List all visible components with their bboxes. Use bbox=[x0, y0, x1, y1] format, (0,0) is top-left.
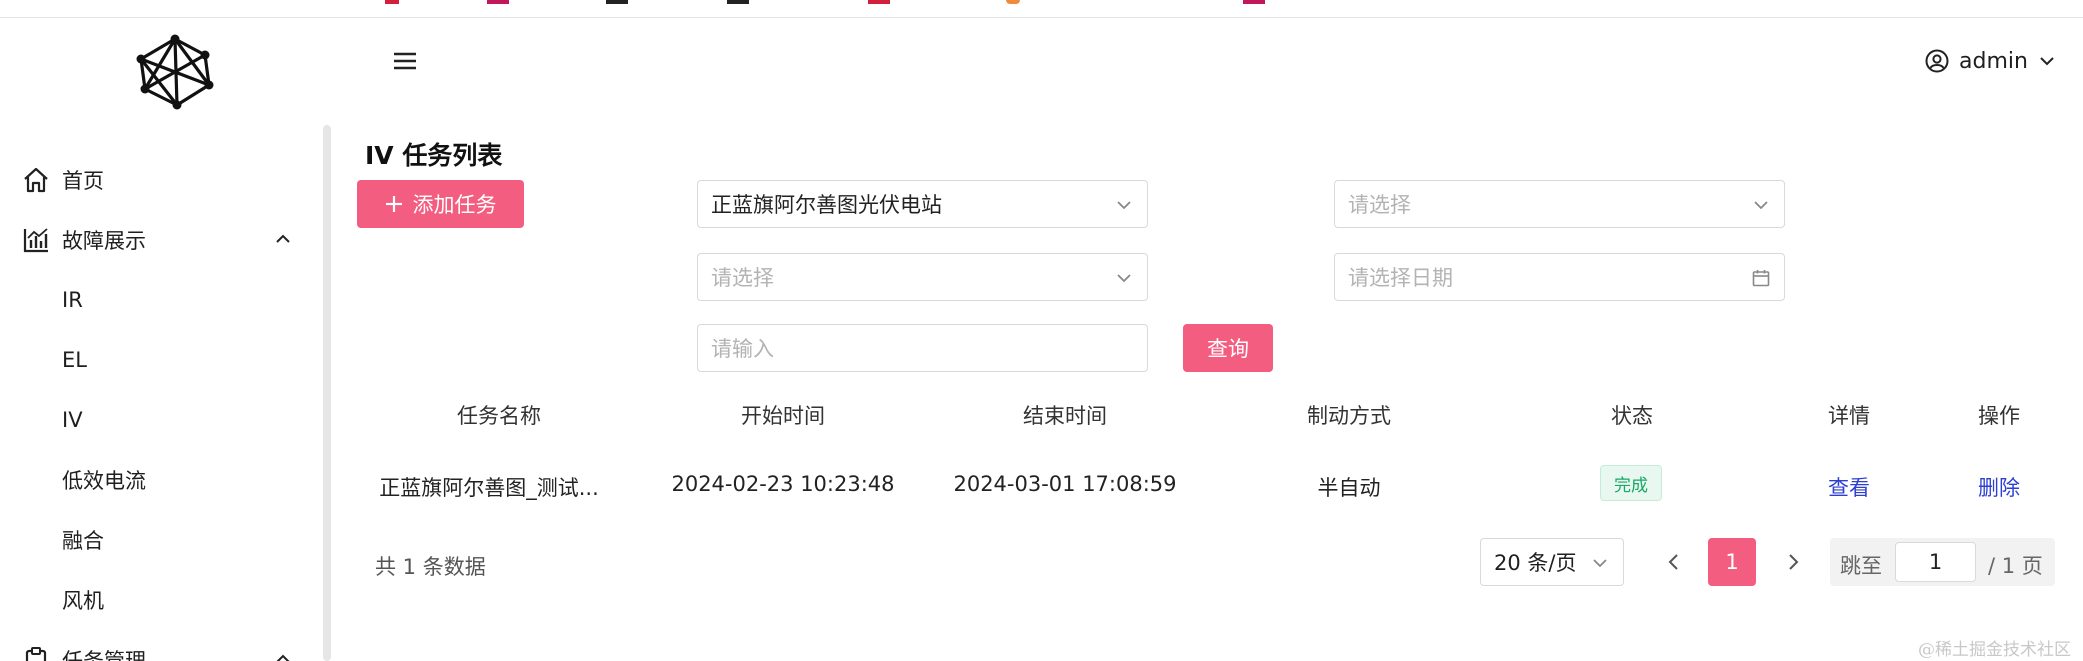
page-size-select[interactable]: 20 条/页 bbox=[1480, 538, 1624, 586]
sidebar-subitem-el[interactable]: EL bbox=[0, 330, 318, 390]
sidebar-subitem-wind-turbine[interactable]: 风机 bbox=[0, 570, 318, 630]
sidebar-item-label: 故障展示 bbox=[62, 229, 146, 253]
sidebar-item-fault-display[interactable]: 故障展示 bbox=[0, 210, 318, 270]
filter-select[interactable]: 请选择 bbox=[697, 253, 1148, 301]
view-detail-link[interactable]: 查看 bbox=[1828, 472, 1870, 502]
chart-icon bbox=[23, 228, 48, 253]
bookmark-chip[interactable] bbox=[487, 0, 509, 4]
clipboard-icon bbox=[25, 647, 47, 661]
column-header-brake-mode: 制动方式 bbox=[1307, 404, 1391, 428]
sidebar-subitem-iv[interactable]: IV bbox=[0, 390, 318, 450]
column-header-task-name: 任务名称 bbox=[457, 404, 541, 428]
browser-bookmark-strip bbox=[0, 0, 2083, 18]
column-header-detail: 详情 bbox=[1828, 404, 1870, 428]
page-number-current[interactable]: 1 bbox=[1708, 538, 1756, 586]
prev-page-icon[interactable] bbox=[1663, 550, 1685, 574]
next-page-icon[interactable] bbox=[1782, 550, 1804, 574]
station-select[interactable]: 正蓝旗阿尔善图光伏电站 bbox=[697, 180, 1148, 228]
total-count: 共 1 条数据 bbox=[375, 555, 486, 579]
column-header-status: 状态 bbox=[1611, 404, 1653, 428]
page-jumper: 跳至 1 / 1 页 bbox=[1830, 538, 2055, 586]
sidebar-item-label: 低效电流 bbox=[62, 469, 146, 493]
jumper-input[interactable]: 1 bbox=[1895, 542, 1976, 582]
sidebar-subitem-fusion[interactable]: 融合 bbox=[0, 510, 318, 570]
user-menu[interactable]: admin bbox=[1925, 45, 2056, 77]
date-picker-placeholder: 请选择日期 bbox=[1348, 266, 1453, 290]
sidebar-item-home[interactable]: 首页 bbox=[0, 150, 318, 210]
jumper-prefix: 跳至 bbox=[1840, 554, 1882, 578]
jumper-suffix: / 1 页 bbox=[1988, 554, 2043, 578]
sidebar: 首页 故障展示 IR EL IV 低效电流 融合 风机 任务管理 bbox=[0, 150, 318, 661]
chevron-up-icon[interactable] bbox=[274, 232, 292, 246]
plus-icon bbox=[385, 196, 402, 212]
sidebar-subitem-low-efficiency-current[interactable]: 低效电流 bbox=[0, 450, 318, 510]
bookmark-chip[interactable] bbox=[727, 0, 749, 4]
chevron-down-icon bbox=[1117, 201, 1131, 210]
bookmark-chip[interactable] bbox=[868, 0, 890, 4]
cell-start-time: 2024-02-23 10:23:48 bbox=[671, 472, 895, 496]
sidebar-item-label: 任务管理 bbox=[62, 649, 146, 661]
watermark: @稀土掘金技术社区 bbox=[1918, 640, 2071, 660]
sidebar-item-label: 风机 bbox=[62, 589, 104, 613]
cell-end-time: 2024-03-01 17:08:59 bbox=[953, 472, 1177, 496]
search-input-placeholder: 请输入 bbox=[711, 337, 774, 361]
sidebar-subitem-ir[interactable]: IR bbox=[0, 270, 318, 330]
bookmark-chip[interactable] bbox=[385, 0, 399, 4]
sidebar-item-label: EL bbox=[62, 348, 87, 372]
sidebar-item-label: 融合 bbox=[62, 529, 104, 553]
column-header-action: 操作 bbox=[1978, 404, 2020, 428]
filter-select-placeholder: 请选择 bbox=[1348, 193, 1411, 217]
bookmark-chip[interactable] bbox=[1006, 0, 1020, 4]
date-picker[interactable]: 请选择日期 bbox=[1334, 253, 1785, 301]
add-task-button[interactable]: 添加任务 bbox=[357, 180, 524, 228]
sidebar-item-label: 首页 bbox=[62, 169, 104, 193]
sidebar-item-label: IV bbox=[62, 408, 83, 432]
user-circle-icon bbox=[1925, 49, 1949, 73]
chevron-down-icon bbox=[1754, 201, 1768, 210]
chevron-up-icon[interactable] bbox=[274, 652, 292, 661]
bookmark-chip[interactable] bbox=[606, 0, 628, 4]
sidebar-item-label: IR bbox=[62, 288, 83, 312]
bookmark-chip[interactable] bbox=[1243, 0, 1265, 4]
query-button[interactable]: 查询 bbox=[1183, 324, 1273, 372]
add-task-label: 添加任务 bbox=[412, 193, 497, 217]
chevron-down-icon bbox=[2040, 57, 2054, 66]
network-logo-icon[interactable] bbox=[135, 33, 215, 111]
column-header-start-time: 开始时间 bbox=[741, 404, 825, 428]
page-title: IV 任务列表 bbox=[365, 141, 503, 170]
sidebar-item-task-management[interactable]: 任务管理 bbox=[0, 630, 318, 661]
hamburger-icon[interactable] bbox=[392, 50, 418, 72]
column-header-end-time: 结束时间 bbox=[1023, 404, 1107, 428]
chevron-down-icon bbox=[1593, 559, 1607, 568]
station-select-value: 正蓝旗阿尔善图光伏电站 bbox=[711, 193, 942, 217]
chevron-down-icon bbox=[1117, 274, 1131, 283]
cell-brake-mode: 半自动 bbox=[1317, 476, 1381, 500]
home-icon bbox=[24, 167, 48, 193]
user-name: admin bbox=[1959, 48, 2028, 74]
delete-link[interactable]: 删除 bbox=[1978, 472, 2020, 502]
page-size-value: 20 条/页 bbox=[1494, 551, 1577, 575]
filter-select[interactable]: 请选择 bbox=[1334, 180, 1785, 228]
calendar-icon bbox=[1752, 270, 1770, 287]
sidebar-scrollbar[interactable] bbox=[323, 125, 331, 661]
filter-select-placeholder: 请选择 bbox=[711, 266, 774, 290]
status-badge: 完成 bbox=[1600, 465, 1662, 501]
search-input[interactable]: 请输入 bbox=[697, 324, 1148, 372]
cell-task-name: 正蓝旗阿尔善图_测试... bbox=[379, 476, 599, 500]
